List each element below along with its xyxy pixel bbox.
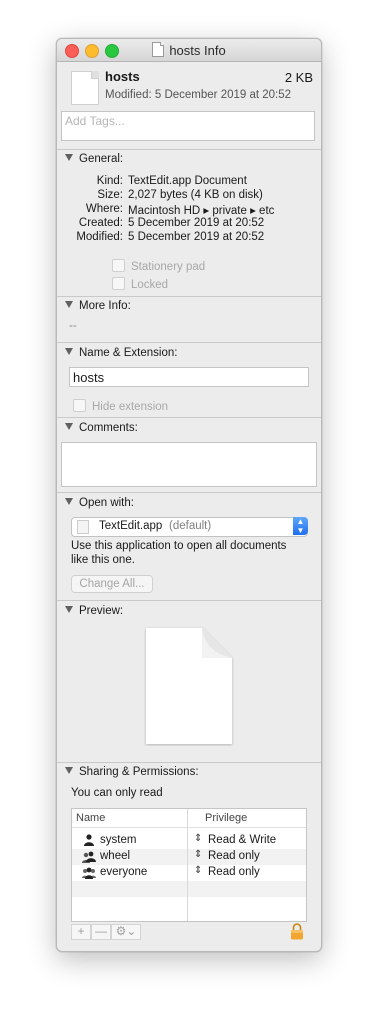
permission-privilege: Read only	[208, 850, 260, 862]
disclosure-triangle-icon	[65, 606, 73, 613]
locked-checkbox[interactable]: Locked	[112, 275, 168, 293]
divider	[57, 492, 321, 493]
disclosure-triangle-icon	[65, 767, 73, 774]
table-row[interactable]: system ⇕ Read & Write	[72, 833, 306, 849]
open-with-popup[interactable]: TextEdit.app (default) ▲ ▼	[71, 517, 308, 537]
permissions-table: Name Privilege system ⇕ Read & Write whe…	[71, 808, 307, 922]
sharing-note: You can only read	[71, 787, 163, 799]
where-value: Macintosh HD ▸ private ▸ etc	[128, 205, 275, 217]
open-with-heading: Open with:	[79, 497, 134, 509]
column-privilege-header[interactable]: Privilege	[205, 812, 247, 824]
titlebar: hosts Info	[57, 39, 321, 62]
column-divider	[187, 809, 188, 921]
disclosure-triangle-icon	[65, 348, 73, 355]
document-icon	[152, 42, 165, 57]
modified-label: Modified:	[76, 231, 123, 243]
open-with-app-name: TextEdit.app	[99, 520, 163, 532]
comments-section-header[interactable]: Comments:	[65, 422, 138, 434]
stationery-pad-checkbox[interactable]: Stationery pad	[112, 257, 205, 275]
where-label: Where:	[85, 203, 123, 215]
file-modified: Modified: 5 December 2019 at 20:52	[105, 89, 292, 101]
hide-extension-label: Hide extension	[92, 401, 169, 413]
permission-user-name: system	[100, 834, 137, 846]
file-name-input[interactable]: hosts	[69, 367, 309, 387]
kind-label: Kind:	[96, 175, 123, 187]
general-heading: General:	[79, 153, 124, 165]
table-row-empty	[72, 897, 306, 913]
checkbox-box	[73, 399, 86, 412]
add-user-button[interactable]: +	[71, 924, 91, 940]
disclosure-triangle-icon	[65, 301, 73, 308]
more-info-section-header[interactable]: More Info:	[65, 300, 131, 312]
comments-heading: Comments:	[79, 422, 138, 434]
gear-menu-button[interactable]: ⚙⌄	[111, 924, 141, 940]
open-with-description-2: like this one.	[71, 554, 135, 566]
modified-value: 5 December 2019 at 20:52	[128, 231, 265, 243]
disclosure-triangle-icon	[65, 423, 73, 430]
window-title-wrap: hosts Info	[57, 42, 321, 58]
permission-user-name: wheel	[100, 850, 131, 862]
divider	[57, 762, 321, 763]
permission-privilege: Read & Write	[208, 834, 277, 846]
preview-section-header[interactable]: Preview:	[65, 605, 123, 617]
popup-chevrons-icon: ▲ ▼	[293, 517, 308, 535]
stationery-label: Stationery pad	[131, 261, 206, 273]
open-with-section-header[interactable]: Open with:	[65, 497, 134, 509]
created-value: 5 December 2019 at 20:52	[128, 217, 265, 229]
more-info-heading: More Info:	[79, 300, 131, 312]
info-window: hosts Info hosts 2 KB Modified: 5 Decemb…	[56, 38, 322, 952]
everyone-icon	[82, 867, 96, 879]
file-document-icon	[71, 71, 99, 105]
comments-textarea[interactable]	[61, 442, 317, 487]
table-row-empty	[72, 881, 306, 897]
gear-icon: ⚙⌄	[115, 924, 137, 938]
permission-privilege: Read only	[208, 866, 260, 878]
divider	[57, 296, 321, 297]
privilege-stepper-icon[interactable]: ⇕	[194, 833, 202, 844]
size-value: 2,027 bytes (4 KB on disk)	[128, 189, 263, 201]
permission-user-name: everyone	[100, 866, 148, 878]
disclosure-triangle-icon	[65, 154, 73, 161]
divider	[57, 417, 321, 418]
user-icon	[84, 834, 94, 846]
tags-input[interactable]: Add Tags...	[61, 111, 315, 141]
hide-extension-checkbox[interactable]: Hide extension	[73, 397, 168, 415]
table-row[interactable]: wheel ⇕ Read only	[72, 849, 306, 865]
sharing-heading: Sharing & Permissions:	[79, 766, 199, 778]
checkbox-box	[112, 259, 125, 272]
divider	[57, 342, 321, 343]
permissions-table-header: Name Privilege	[72, 809, 306, 828]
general-section-header[interactable]: General:	[65, 153, 123, 165]
window-title: hosts Info	[169, 43, 226, 58]
file-size: 2 KB	[284, 70, 313, 85]
kind-value: TextEdit.app Document	[128, 175, 247, 187]
divider	[57, 149, 321, 150]
column-name-header[interactable]: Name	[76, 812, 105, 824]
group-icon	[82, 851, 96, 863]
textedit-app-icon	[77, 520, 89, 534]
file-name: hosts	[105, 69, 140, 84]
file-preview-document-icon	[146, 628, 232, 744]
privilege-stepper-icon[interactable]: ⇕	[194, 849, 202, 860]
change-all-button[interactable]: Change All...	[71, 575, 153, 593]
more-info-value: --	[69, 320, 77, 332]
lock-icon[interactable]	[290, 923, 304, 940]
open-with-default-suffix: (default)	[169, 520, 212, 532]
open-with-description-1: Use this application to open all documen…	[71, 540, 287, 552]
sharing-section-header[interactable]: Sharing & Permissions:	[65, 766, 199, 778]
locked-label: Locked	[131, 279, 169, 291]
name-extension-section-header[interactable]: Name & Extension:	[65, 347, 177, 359]
size-label: Size:	[97, 189, 123, 201]
table-row[interactable]: everyone ⇕ Read only	[72, 865, 306, 881]
divider	[57, 600, 321, 601]
checkbox-box	[112, 277, 125, 290]
privilege-stepper-icon[interactable]: ⇕	[194, 865, 202, 876]
preview-heading: Preview:	[79, 605, 124, 617]
disclosure-triangle-icon	[65, 498, 73, 505]
created-label: Created:	[78, 217, 123, 229]
name-extension-heading: Name & Extension:	[79, 347, 178, 359]
remove-user-button[interactable]: —	[91, 924, 111, 940]
